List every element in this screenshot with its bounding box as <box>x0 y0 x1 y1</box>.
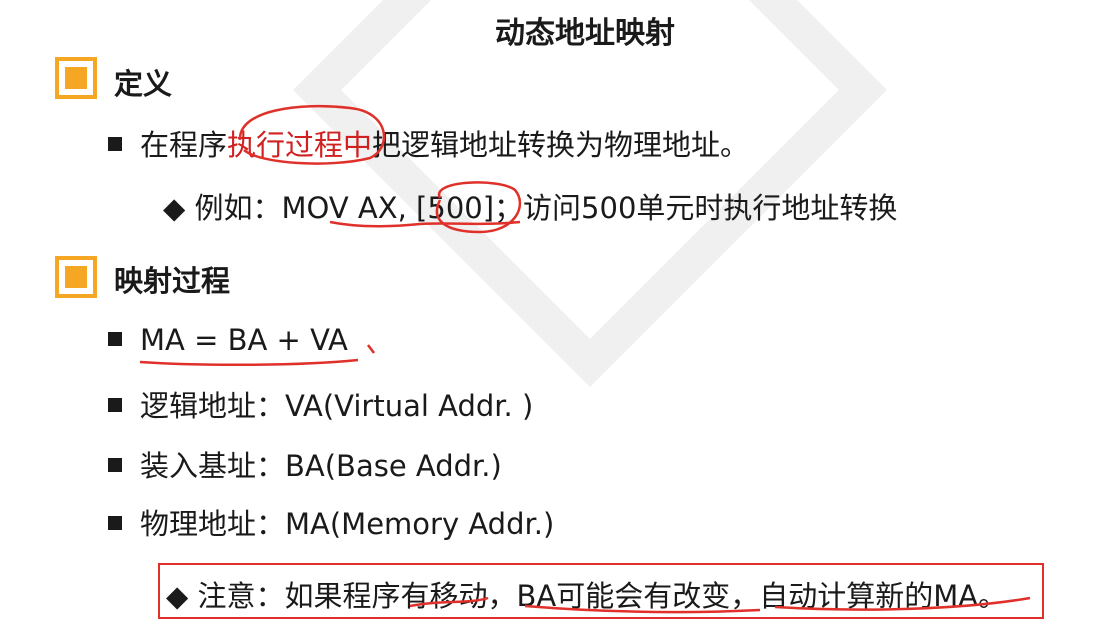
base-address-bullet: 装入基址：BA(Base Addr.) <box>108 443 502 485</box>
memory-address-bullet: 物理地址：MA(Memory Addr.) <box>108 501 554 543</box>
definition-text-post: 把逻辑地址转换为物理地址。 <box>372 128 750 162</box>
section-heading-definition: 定义 <box>114 67 173 101</box>
example-bullet: ◆ 例如：MOV AX, [500]；访问500单元时执行地址转换 <box>163 191 898 225</box>
section-square-icon <box>55 256 97 298</box>
square-bullet-icon <box>108 458 122 472</box>
definition-text-pre: 在程序 <box>140 128 228 162</box>
definition-text-highlight: 执行过程中 <box>227 128 373 162</box>
slide-title: 动态地址映射 <box>495 16 675 51</box>
note-text: ◆ 注意：如果程序有移动，BA可能会有改变，自动计算新的MA。 <box>166 579 1008 613</box>
base-address-text: 装入基址：BA(Base Addr.) <box>140 449 502 483</box>
square-bullet-icon <box>108 398 122 412</box>
formula-bullet: MA = BA + VA <box>108 323 348 357</box>
square-bullet-icon <box>108 516 122 530</box>
memory-address-text: 物理地址：MA(Memory Addr.) <box>140 507 555 541</box>
definition-bullet: 在程序执行过程中把逻辑地址转换为物理地址。 <box>108 122 749 164</box>
formula-text: MA = BA + VA <box>140 323 348 357</box>
annotation-underline-formula <box>139 358 359 367</box>
section-heading-mapping: 映射过程 <box>114 264 231 298</box>
square-bullet-icon <box>108 332 122 346</box>
section-square-icon <box>55 57 97 99</box>
virtual-address-text: 逻辑地址：VA(Virtual Addr. ) <box>140 389 534 423</box>
virtual-address-bullet: 逻辑地址：VA(Virtual Addr. ) <box>108 383 533 425</box>
square-bullet-icon <box>108 137 122 151</box>
annotation-tick-formula <box>367 344 375 354</box>
